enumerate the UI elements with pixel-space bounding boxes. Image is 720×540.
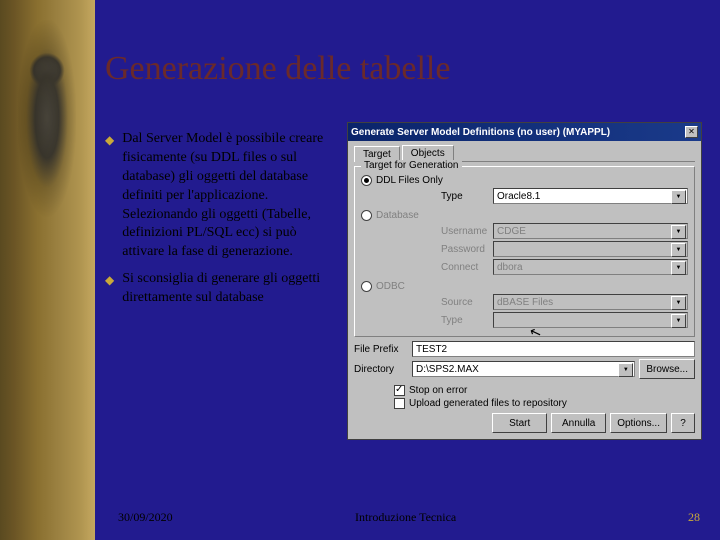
close-icon[interactable]: ✕: [685, 126, 698, 138]
target-fieldset: DDL Files Only Type Oracle8.1 Database U…: [354, 166, 695, 337]
cancel-button[interactable]: Annulla: [551, 413, 606, 433]
password-field: [493, 241, 688, 257]
source-label: Source: [441, 297, 493, 308]
browse-button[interactable]: Browse...: [639, 359, 695, 379]
list-item: Si sconsiglia di generare gli oggetti di…: [105, 270, 335, 308]
radio-ddl-label: DDL Files Only: [376, 175, 443, 186]
fileprefix-input[interactable]: TEST2: [412, 341, 695, 357]
tab-objects[interactable]: Objects: [402, 145, 454, 161]
bullet-list: Dal Server Model è possibile creare fisi…: [105, 130, 335, 316]
type-label: Type: [441, 191, 493, 202]
radio-odbc-label: ODBC: [376, 281, 405, 292]
footer-page-number: 28: [688, 510, 700, 525]
type-combo[interactable]: Oracle8.1: [493, 188, 688, 204]
dialog-title: Generate Server Model Definitions (no us…: [351, 127, 610, 138]
footer-date: 30/09/2020: [118, 510, 173, 525]
connect-label: Connect: [441, 262, 493, 273]
upload-repository-label: Upload generated files to repository: [409, 398, 567, 409]
start-button[interactable]: Start: [492, 413, 547, 433]
options-button[interactable]: Options...: [610, 413, 667, 433]
slide-title: Generazione delle tabelle: [105, 50, 450, 88]
connect-field: dbora: [493, 259, 688, 275]
username-field: CDGE: [493, 223, 688, 239]
generate-dialog: Generate Server Model Definitions (no us…: [347, 122, 702, 440]
footer-center: Introduzione Tecnica: [355, 510, 456, 525]
directory-label: Directory: [354, 364, 412, 375]
checkbox-upload-repository[interactable]: [394, 398, 405, 409]
directory-combo[interactable]: D:\SPS2.MAX: [412, 361, 635, 377]
radio-odbc[interactable]: [361, 281, 372, 292]
dialog-titlebar[interactable]: Generate Server Model Definitions (no us…: [348, 123, 701, 141]
type2-label: Type: [441, 315, 493, 326]
help-button[interactable]: ?: [671, 413, 695, 433]
list-item: Dal Server Model è possibile creare fisi…: [105, 130, 335, 262]
fileprefix-label: File Prefix: [354, 344, 412, 355]
decorative-key-stripe: [0, 0, 95, 540]
source-combo: dBASE Files: [493, 294, 688, 310]
stop-on-error-label: Stop on error: [409, 385, 467, 396]
dialog-button-row: Start Annulla Options... ?: [354, 413, 695, 433]
password-label: Password: [441, 244, 493, 255]
radio-ddl-files[interactable]: [361, 175, 372, 186]
username-label: Username: [441, 226, 493, 237]
radio-database-label: Database: [376, 210, 419, 221]
radio-database[interactable]: [361, 210, 372, 221]
type2-combo: [493, 312, 688, 328]
checkbox-stop-on-error[interactable]: [394, 385, 405, 396]
